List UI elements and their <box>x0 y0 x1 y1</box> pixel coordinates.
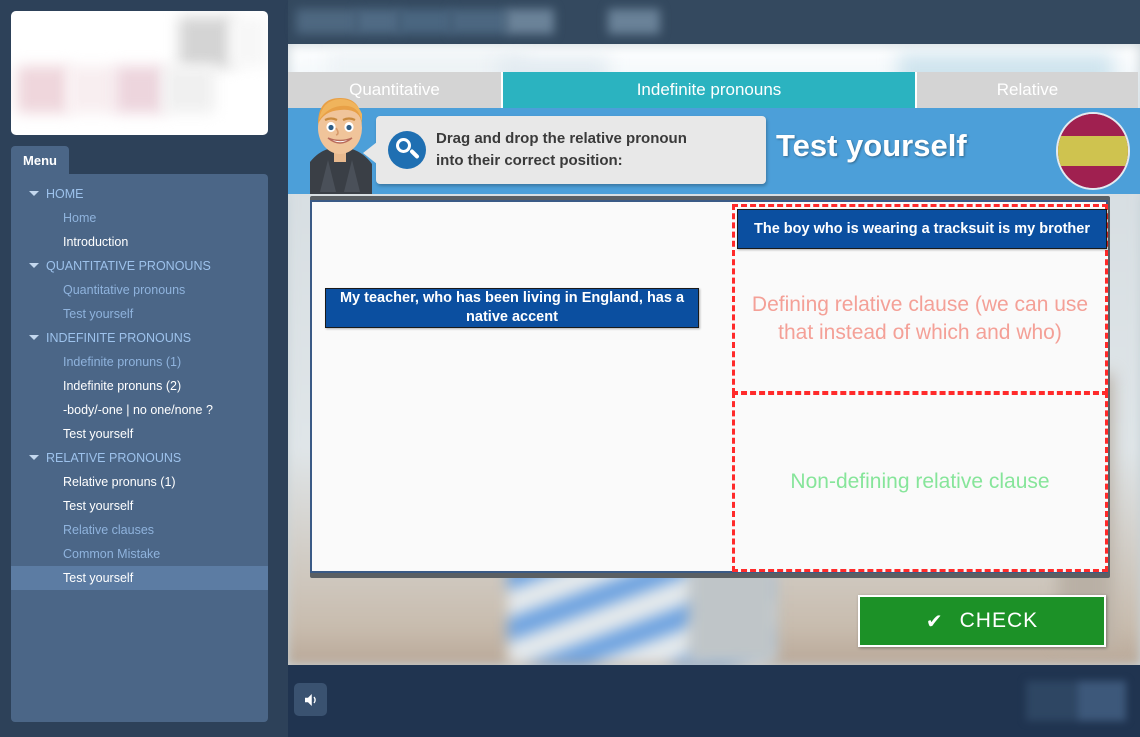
chevron-down-icon <box>29 263 39 268</box>
exercise-panel: My teacher, who has been living in Engla… <box>310 200 1108 573</box>
sidebar-category-label: HOME <box>46 187 84 201</box>
chevron-down-icon <box>29 335 39 340</box>
instruction-line-2: into their correct position: <box>436 152 623 169</box>
sidebar-item-1[interactable]: Home <box>11 206 268 230</box>
section-tabs: Quantitative Indefinite pronouns Relative <box>288 72 1140 108</box>
sidebar-category-6[interactable]: INDEFINITE PRONOUNS <box>11 326 268 350</box>
sidebar-item-label: Indefinite pronuns (2) <box>63 379 182 393</box>
app-root: Menu HOME Home Introduction QUANTITATIVE PR… <box>0 0 1140 737</box>
logo-blur-block <box>68 66 115 113</box>
browser-topbar <box>288 0 1140 44</box>
sidebar-item-12[interactable]: Relative pronuns (1) <box>11 470 268 494</box>
check-button-label: CHECK <box>959 609 1039 632</box>
sidebar-item-14[interactable]: Relative clauses <box>11 518 268 542</box>
sidebar-item-13[interactable]: Test yourself <box>11 494 268 518</box>
topbar-blur-block <box>506 9 554 34</box>
stage: Quantitative Indefinite pronouns Relative <box>288 0 1140 737</box>
drag-token-label: My teacher, who has been living in Engla… <box>339 290 685 325</box>
check-button[interactable]: ✔ CHECK <box>858 595 1106 647</box>
dropzone-nondefining-label: Non-defining relative clause <box>790 469 1050 493</box>
sidebar-item-2[interactable]: Introduction <box>11 230 268 254</box>
sidebar-item-label: -body/-one | no one/none ? <box>63 403 213 417</box>
topbar-blur-block <box>356 9 401 34</box>
drag-token-label: The boy who is wearing a tracksuit is my… <box>754 220 1090 237</box>
sidebar-category-0[interactable]: HOME <box>11 182 268 206</box>
drag-token-teacher[interactable]: My teacher, who has been living in Engla… <box>325 288 699 328</box>
sidebar-item-label: Test yourself <box>63 571 134 585</box>
sidebar-category-11[interactable]: RELATIVE PRONOUNS <box>11 446 268 470</box>
dropzone-nondefining[interactable]: Non-defining relative clause <box>732 392 1108 572</box>
magnifier-icon <box>388 131 426 169</box>
instruction-text: Drag and drop the relative pronoun into … <box>436 128 687 172</box>
sidebar-item-8[interactable]: Indefinite pronuns (2) <box>11 374 268 398</box>
speaker-icon[interactable] <box>294 683 327 716</box>
sidebar-item-label: Test yourself <box>63 499 134 513</box>
sidebar-category-label: QUANTITATIVE PRONOUNS <box>46 259 211 273</box>
sidebar-item-label: Common Mistake <box>63 547 161 561</box>
logo-blur-block <box>115 66 164 113</box>
sidebar-item-label: Relative pronuns (1) <box>63 475 176 489</box>
spain-flag-icon[interactable] <box>1056 112 1130 190</box>
topbar-blur-block <box>608 9 660 34</box>
logo-blur-block <box>163 66 215 113</box>
instruction-bubble: Drag and drop the relative pronoun into … <box>363 116 766 184</box>
topbar-blur-block <box>296 9 358 34</box>
chevron-down-icon <box>29 455 39 460</box>
bottom-bar <box>288 665 1140 737</box>
logo-blur-block <box>229 17 267 67</box>
sidebar-item-label: Indefinite pronuns (1) <box>63 355 182 369</box>
lesson-header: Drag and drop the relative pronoun into … <box>288 98 1140 194</box>
site-logo <box>11 11 268 135</box>
chevron-down-icon <box>29 191 39 196</box>
sidebar-item-label: Test yourself <box>63 307 134 321</box>
sidebar-item-16[interactable]: Test yourself <box>11 566 268 590</box>
instruction-line-1: Drag and drop the relative pronoun <box>436 130 687 148</box>
sidebar-category-label: INDEFINITE PRONOUNS <box>46 331 192 345</box>
sidebar-item-4[interactable]: Quantitative pronouns <box>11 278 268 302</box>
sidebar-menu: HOME Home Introduction QUANTITATIVE PRONOUN… <box>11 174 268 722</box>
tab-label: Indefinite pronouns <box>636 80 782 99</box>
sidebar-category-3[interactable]: QUANTITATIVE PRONOUNS <box>11 254 268 278</box>
menu-tab[interactable]: Menu <box>11 146 69 174</box>
tab-indefinite-pronouns[interactable]: Indefinite pronouns <box>503 72 917 108</box>
dropzone-defining-label: Defining relative clause (we can use tha… <box>751 292 1089 344</box>
sidebar-item-label: Home <box>63 211 97 225</box>
sidebar-item-label: Test yourself <box>63 427 134 441</box>
page-title: Test yourself <box>776 128 967 163</box>
topbar-blur-block <box>398 9 453 34</box>
dropzone-defining[interactable]: The boy who is wearing a tracksuit is my… <box>732 204 1108 394</box>
sidebar-item-15[interactable]: Common Mistake <box>11 542 268 566</box>
drag-token-boy[interactable]: The boy who is wearing a tracksuit is my… <box>737 209 1107 249</box>
sidebar-item-7[interactable]: Indefinite pronuns (1) <box>11 350 268 374</box>
menu-tab-label: Menu <box>23 152 57 168</box>
bottom-bar-blur-block <box>1026 681 1126 721</box>
topbar-blur-block <box>450 9 508 34</box>
sidebar-item-label: Quantitative pronouns <box>63 283 186 297</box>
tab-label: Relative <box>996 80 1059 99</box>
logo-blur-block <box>179 17 234 67</box>
check-mark-icon: ✔ <box>925 610 944 633</box>
sidebar-item-label: Introduction <box>63 235 129 249</box>
tab-relative[interactable]: Relative <box>917 72 1138 108</box>
sidebar-item-label: Relative clauses <box>63 523 155 537</box>
sidebar-item-10[interactable]: Test yourself <box>11 422 268 446</box>
logo-blur-block <box>17 66 69 113</box>
sidebar-item-9[interactable]: -body/-one | no one/none ? <box>11 398 268 422</box>
sidebar-item-5[interactable]: Test yourself <box>11 302 268 326</box>
sidebar-category-label: RELATIVE PRONOUNS <box>46 451 182 465</box>
logo-blur-block <box>11 11 191 71</box>
